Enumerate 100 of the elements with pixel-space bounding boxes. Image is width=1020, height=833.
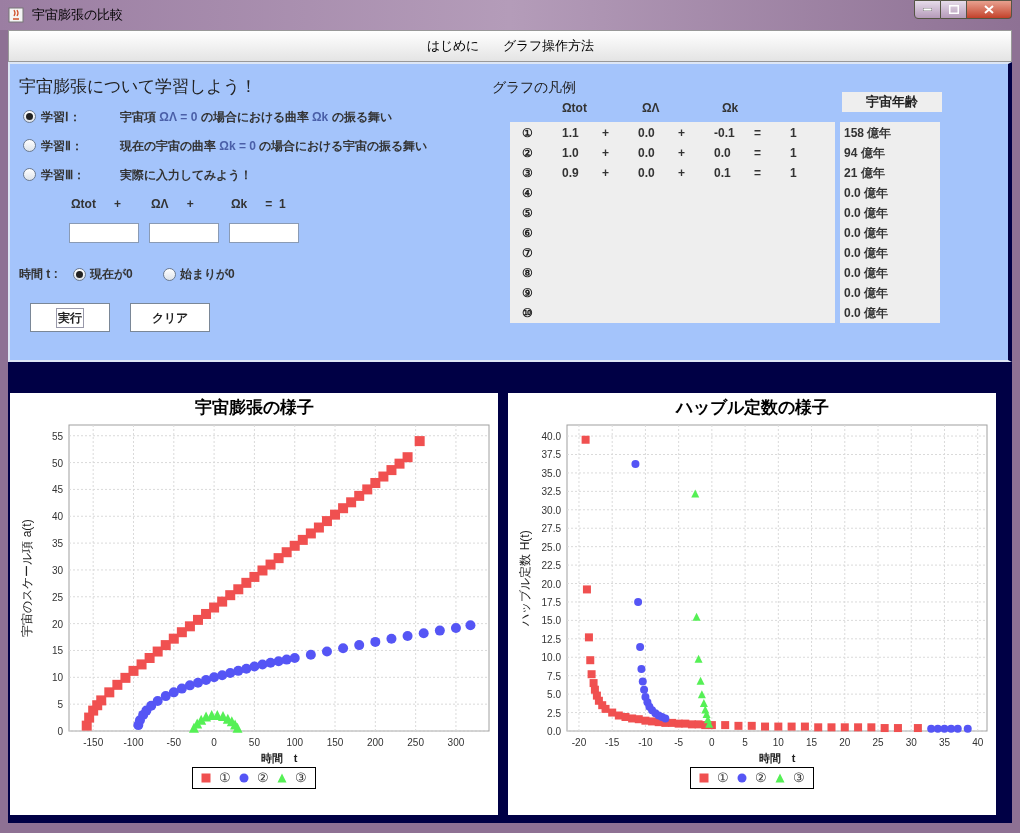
legend-label: ③ — [295, 769, 307, 788]
table-cell-text: + — [678, 165, 686, 182]
x-tick-label: 200 — [367, 737, 384, 748]
table-cell-text: 0.0 億年 — [843, 265, 889, 282]
x-tick-label: 300 — [447, 737, 465, 748]
x-tick-label: 150 — [326, 737, 344, 748]
radio-label: 現在が0 — [90, 266, 133, 283]
row-marker: ⑩ — [521, 305, 534, 322]
table-cell-text: 1 — [790, 145, 798, 162]
y-tick-label: 22.5 — [541, 560, 561, 572]
x-tick-label: 40 — [972, 737, 984, 748]
x-tick-label: 15 — [806, 737, 818, 748]
radio-label: 学習Ⅰ： — [41, 108, 82, 126]
table-cell-text: 0.0 億年 — [843, 225, 889, 242]
table-cell-text: 0.0 億年 — [843, 285, 889, 302]
x-tick-label: -15 — [604, 737, 620, 748]
table-cell-text: + — [602, 125, 610, 142]
equation-label: ΩΛ — [151, 196, 169, 213]
x-tick-label: 250 — [407, 737, 424, 748]
y-tick-label: 2.5 — [547, 707, 561, 719]
y-tick-label: 25 — [51, 591, 63, 603]
row-marker: ② — [521, 145, 534, 162]
action-button[interactable]: 実行 — [30, 303, 110, 332]
y-tick-label: 32.5 — [541, 486, 561, 498]
table-cell-text: 0.0 億年 — [843, 305, 889, 322]
y-tick-label: 40.0 — [541, 431, 561, 443]
table-cell-text: 0.0 億年 — [843, 185, 889, 202]
equation-label: = 1 — [265, 196, 286, 213]
table-cell-text: + — [678, 145, 686, 162]
lesson-description: 実際に入力してみよう！ — [120, 166, 252, 184]
chart-title: ハッブル定数の様子 — [675, 397, 829, 419]
x-tick-label: 0 — [211, 737, 217, 748]
y-tick-label: 20 — [51, 618, 63, 630]
x-tick-label: 20 — [839, 737, 851, 748]
row-marker: ⑦ — [521, 245, 534, 262]
x-tick-label: -5 — [674, 737, 684, 748]
y-tick-label: 35 — [51, 538, 63, 550]
y-tick-label: 10 — [51, 672, 63, 684]
row-marker: ④ — [521, 185, 534, 202]
y-tick-label: 20.0 — [541, 578, 561, 590]
x-tick-label: -150 — [83, 737, 104, 748]
column-header: Ωtot — [562, 100, 588, 117]
action-button[interactable]: クリア — [130, 303, 210, 332]
y-tick-label: 0 — [57, 726, 63, 737]
x-tick-label: -100 — [123, 737, 144, 748]
table-cell-text: 1 — [790, 125, 798, 142]
x-tick-label: 5 — [742, 737, 748, 748]
table-cell-text: 0.0 億年 — [843, 205, 889, 222]
y-tick-label: 37.5 — [541, 449, 561, 461]
menu-item[interactable]: グラフ操作方法 — [502, 36, 594, 56]
chart-title: 宇宙膨張の様子 — [194, 397, 314, 419]
table-cell-text: 158 億年 — [843, 125, 893, 142]
y-tick-label: 15.0 — [541, 615, 561, 627]
equation-label: + — [186, 196, 194, 213]
column-header: Ωk — [722, 100, 740, 117]
x-tick-label: 30 — [905, 737, 917, 748]
x-tick-label: 50 — [248, 737, 260, 748]
x-axis-label: 時間 t — [758, 752, 796, 764]
x-axis-label: 時間 t — [260, 752, 298, 764]
x-tick-label: 35 — [938, 737, 951, 748]
lesson-description: 現在の宇宙の曲率 Ωk = 0 の場合における宇宙の振る舞い — [120, 137, 428, 155]
table-cell-text: 1 — [790, 165, 798, 182]
x-tick-label: 0 — [709, 737, 715, 748]
lesson-description: 宇宙項 ΩΛ = 0 の場合における曲率 Ωk の振る舞い — [120, 108, 392, 126]
x-tick-label: 25 — [872, 737, 884, 748]
y-axis-label: 宇宙のスケール項 a(t) — [20, 519, 34, 637]
row-marker: ⑤ — [521, 205, 534, 222]
table-cell-text: 0.0 — [638, 165, 656, 182]
menu-item[interactable]: はじめに — [426, 36, 479, 56]
y-tick-label: 30 — [51, 564, 63, 576]
age-header: 宇宙年齢 — [842, 92, 942, 112]
x-tick-label: -20 — [571, 737, 587, 748]
table-cell-text: -0.1 — [714, 125, 736, 142]
table-cell-text: + — [602, 145, 610, 162]
table-cell-text: 1.1 — [562, 125, 580, 142]
table-cell-text: 0.0 — [714, 145, 732, 162]
table-cell-text: 94 億年 — [843, 145, 886, 162]
table-cell-text: = — [754, 125, 762, 142]
radio-label: 始まりが0 — [180, 266, 235, 283]
y-tick-label: 40 — [51, 511, 63, 523]
legend-label: ③ — [793, 769, 805, 788]
y-tick-label: 45 — [51, 484, 63, 496]
x-tick-label: 100 — [286, 737, 304, 748]
y-tick-label: 0.0 — [547, 726, 561, 737]
y-tick-label: 30.0 — [541, 504, 561, 516]
x-tick-label: -10 — [638, 737, 653, 748]
window-title: 宇宙膨張の比較 — [32, 6, 123, 25]
table-cell-text: 21 億年 — [843, 165, 886, 182]
y-tick-label: 27.5 — [541, 523, 561, 535]
row-marker: ③ — [521, 165, 534, 182]
table-cell-text: = — [754, 165, 762, 182]
row-marker: ⑨ — [521, 285, 534, 302]
equation-label: Ωtot — [71, 196, 96, 213]
equation-label: Ωk — [231, 196, 248, 213]
y-tick-label: 7.5 — [547, 670, 561, 682]
row-marker: ⑧ — [521, 265, 534, 282]
table-cell-text: + — [678, 125, 686, 142]
column-header: ΩΛ — [642, 100, 661, 117]
table-cell-text: 0.0 — [638, 125, 656, 142]
y-axis-label: ハッブル定数 H(t) — [518, 530, 532, 626]
